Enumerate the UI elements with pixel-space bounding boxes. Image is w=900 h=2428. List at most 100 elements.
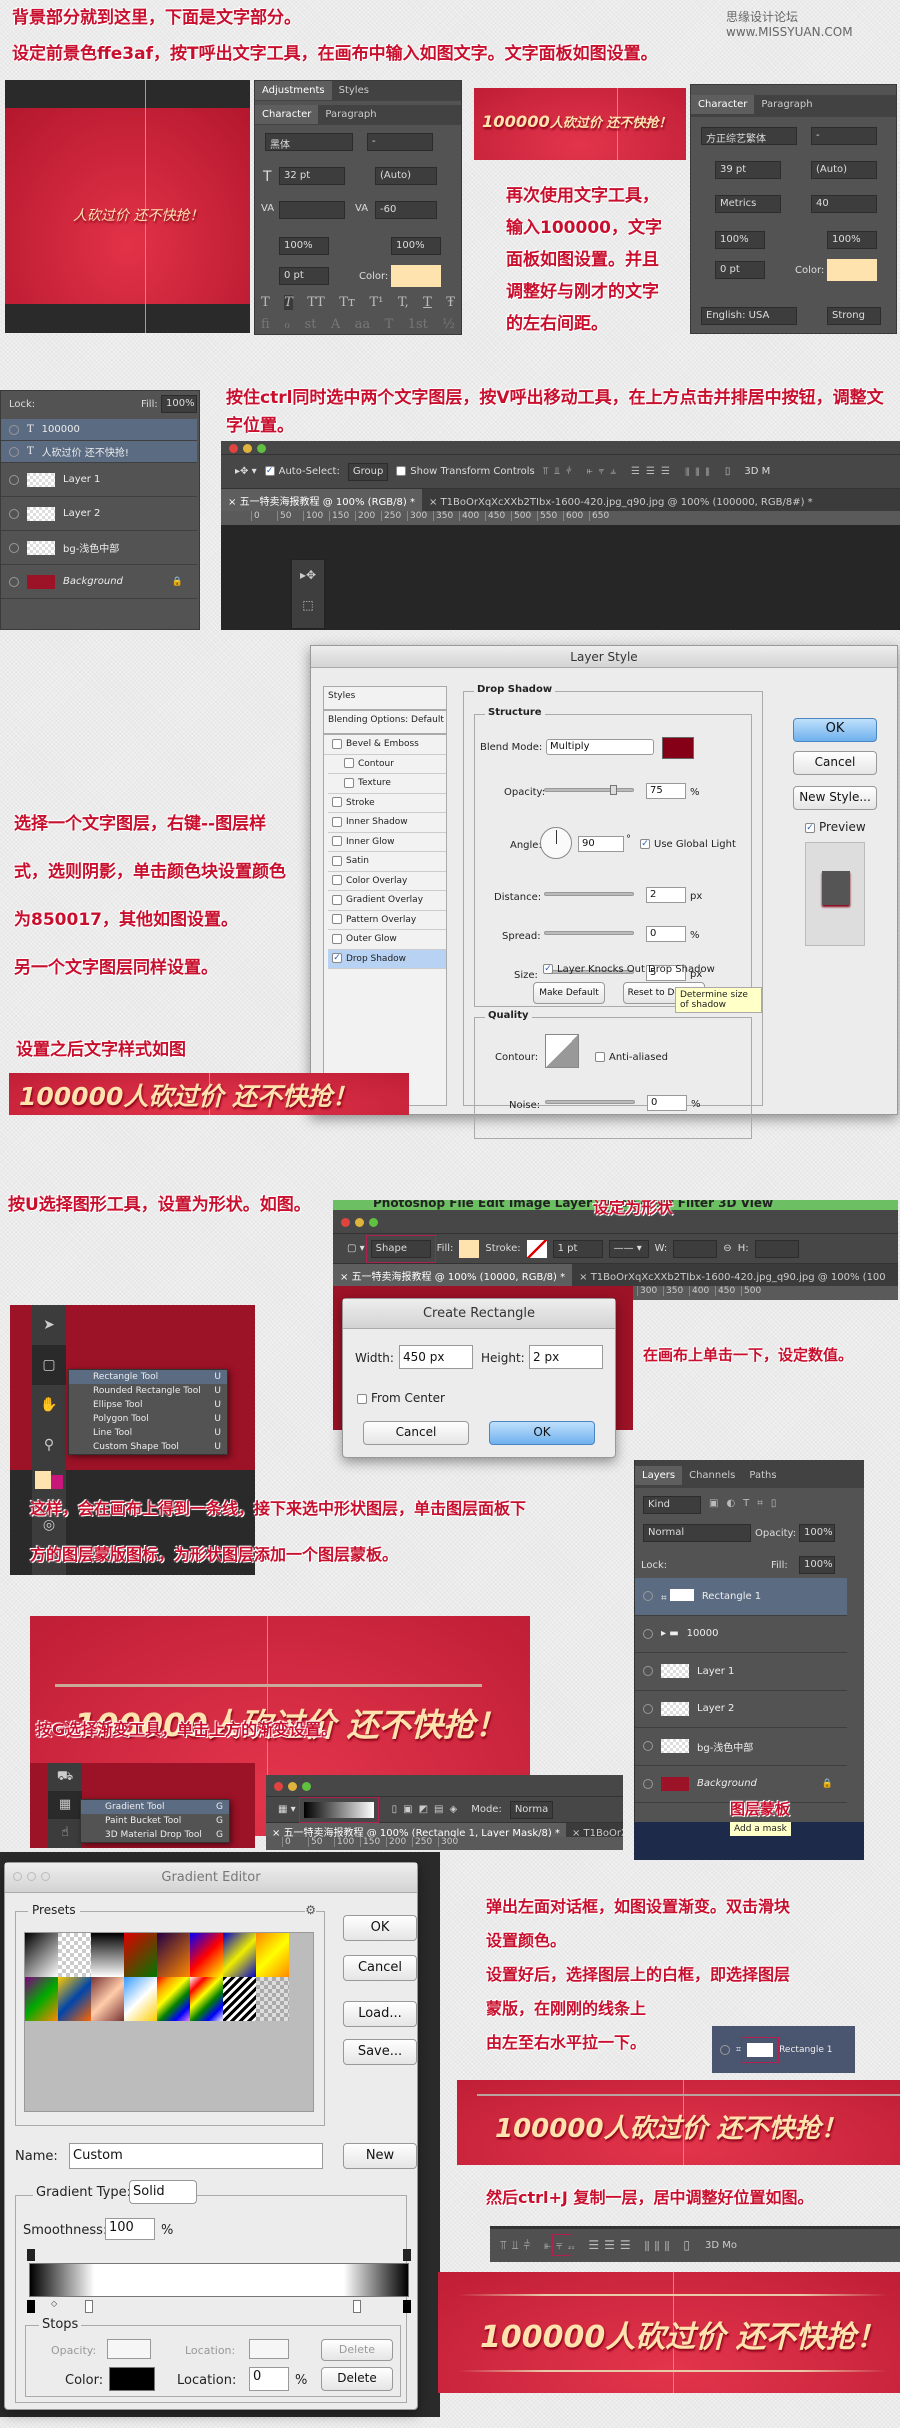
preset-swatch[interactable] xyxy=(223,1933,256,1977)
superscript-button[interactable]: T¹ xyxy=(370,295,384,310)
knockout-checkbox[interactable]: ✓ Layer Knocks Out Drop Shadow xyxy=(543,964,715,975)
smudge-tool-icon[interactable]: ☝ xyxy=(48,1819,82,1847)
ok-button[interactable]: OK xyxy=(793,718,877,742)
styles-header[interactable]: Styles xyxy=(324,687,446,711)
width-field[interactable] xyxy=(673,1239,718,1258)
ornament-button[interactable]: T xyxy=(385,317,394,332)
zoom-tool-icon[interactable]: ⚲ xyxy=(32,1425,66,1465)
vertical-scale-field[interactable]: 100% xyxy=(279,237,329,255)
kerning-select[interactable] xyxy=(279,201,345,219)
style-option[interactable]: Gradient Overlay xyxy=(328,891,446,911)
style-option[interactable]: Texture xyxy=(328,774,446,794)
zoom-dot[interactable] xyxy=(257,444,266,453)
shape-tool-item[interactable]: Polygon Tool U xyxy=(69,1412,227,1426)
blend-mode-select[interactable]: Normal xyxy=(643,1524,751,1542)
move-tool-icon[interactable]: ▸✥ xyxy=(292,560,324,590)
preset-swatch[interactable] xyxy=(190,1977,223,2021)
style-checkbox[interactable] xyxy=(332,797,342,807)
doc-tab-1[interactable]: × 五一特卖海报教程 @ 100% (Rectangle 1, Layer Ma… xyxy=(266,1823,566,1837)
align-buttons[interactable]: ⫪⫫⫩ ⫦⫧⫨ ☰☰☰ ⫴⫴⫴ ▯ xyxy=(543,466,737,477)
tab-adjustments[interactable]: Adjustments xyxy=(255,81,332,100)
faux-italic-button[interactable]: T xyxy=(284,295,293,310)
style-option[interactable]: Satin xyxy=(328,852,446,872)
style-checkbox[interactable] xyxy=(332,738,342,749)
stylistic-button[interactable]: A xyxy=(331,317,340,332)
height-input[interactable]: 2 px xyxy=(529,1345,603,1369)
preset-swatch[interactable] xyxy=(91,1933,124,1977)
layer-row[interactable]: bg-浅色中部 xyxy=(635,1728,847,1766)
cancel-button[interactable]: Cancel xyxy=(363,1421,469,1445)
faux-bold-button[interactable]: T xyxy=(261,295,270,310)
minimize-dot[interactable] xyxy=(27,1872,36,1881)
mask-thumbnail[interactable] xyxy=(741,2036,780,2063)
delete-opacity-stop-button[interactable]: Delete xyxy=(321,2339,393,2361)
style-option[interactable]: Inner Glow xyxy=(328,833,446,852)
opacity-slider[interactable] xyxy=(544,785,634,795)
style-checkbox[interactable] xyxy=(332,914,342,924)
small-caps-button[interactable]: Tт xyxy=(339,295,355,310)
text-color-swatch[interactable] xyxy=(827,259,877,281)
style-checkbox[interactable] xyxy=(332,836,342,846)
layer-row[interactable]: Background 🔒 xyxy=(1,565,197,599)
doc-tab-2[interactable]: × T1BoOrXqXcXXb2TIbx-1600-420.jpg_q90.jp… xyxy=(422,493,820,511)
make-default-button[interactable]: Make Default xyxy=(533,982,605,1004)
move-tool-icon[interactable]: ➤ xyxy=(32,1305,66,1345)
stroke-type-select[interactable]: —— ▾ xyxy=(608,1239,649,1258)
group-select[interactable]: Group xyxy=(347,462,389,481)
fill-swatch[interactable] xyxy=(459,1239,480,1258)
preset-swatch[interactable] xyxy=(91,1977,124,2021)
all-caps-button[interactable]: TT xyxy=(307,295,325,310)
visibility-icon[interactable] xyxy=(9,446,19,457)
zoom-dot[interactable] xyxy=(302,1782,311,1791)
gradient-type-select[interactable]: Solid xyxy=(129,2180,197,2204)
rectangle-tool-icon[interactable]: ▢ ▾ xyxy=(347,1243,365,1254)
visibility-icon[interactable] xyxy=(643,1666,653,1677)
preset-swatch[interactable] xyxy=(157,1977,190,2021)
link-icon[interactable]: ⊖ xyxy=(723,1243,731,1254)
style-checkbox[interactable] xyxy=(332,933,342,944)
preset-swatch[interactable] xyxy=(124,1977,157,2021)
font-style-select[interactable]: - xyxy=(811,127,877,145)
marquee-tool-icon[interactable]: ⬚ xyxy=(292,590,324,620)
style-option[interactable]: Bevel & Emboss xyxy=(328,735,446,755)
preset-swatch[interactable] xyxy=(58,1933,91,1977)
fill-field[interactable]: 100% xyxy=(161,395,197,413)
noise-field[interactable]: 0 xyxy=(647,1095,687,1111)
tab-channels[interactable]: Channels xyxy=(682,1466,742,1485)
visibility-icon[interactable] xyxy=(643,1628,653,1639)
visibility-icon[interactable] xyxy=(9,424,19,435)
style-checkbox[interactable] xyxy=(332,816,342,827)
discretionary-ligature-button[interactable]: ℴ xyxy=(284,317,290,332)
minimize-dot[interactable] xyxy=(243,444,252,453)
visibility-icon[interactable] xyxy=(643,1778,653,1789)
auto-select-checkbox[interactable]: ✓ Auto-Select: xyxy=(264,466,340,477)
fraction-button[interactable]: ½ xyxy=(442,317,455,332)
load-button[interactable]: Load... xyxy=(343,2001,417,2027)
horizontal-scale-field[interactable]: 100% xyxy=(827,231,877,249)
layer-row[interactable]: T 人砍过价 还不快抢! xyxy=(1,441,197,463)
style-option[interactable]: Stroke xyxy=(328,794,446,813)
angle-dial[interactable] xyxy=(540,827,572,859)
global-light-checkbox[interactable]: ✓ Use Global Light xyxy=(640,839,736,850)
filter-icons[interactable]: ▣◐T⌗▯ xyxy=(709,1498,784,1509)
gradient-tool-item[interactable]: 3D Material Drop Tool G xyxy=(81,1828,229,1842)
visibility-icon[interactable] xyxy=(9,474,19,485)
anti-aliased-checkbox[interactable]: Anti-aliased xyxy=(595,1052,668,1063)
preset-swatch[interactable] xyxy=(124,1933,157,1977)
language-select[interactable]: English: USA xyxy=(701,307,797,325)
baseline-shift-field[interactable]: 0 pt xyxy=(715,261,765,279)
style-option[interactable]: ✓ Drop Shadow xyxy=(328,949,446,969)
preview-checkbox[interactable]: ✓ Preview xyxy=(805,820,866,834)
shape-tool-item[interactable]: Ellipse Tool U xyxy=(69,1398,227,1412)
visibility-icon[interactable] xyxy=(643,1591,653,1602)
mode-select[interactable]: Norma xyxy=(509,1800,554,1819)
tab-layers[interactable]: Layers xyxy=(635,1466,683,1485)
doc-tab-2[interactable]: × T1BoOrX xyxy=(566,1827,623,1837)
stop-location-field[interactable]: 0 xyxy=(249,2367,289,2391)
name-input[interactable]: Custom xyxy=(69,2143,323,2169)
text-color-swatch[interactable] xyxy=(391,265,441,287)
style-option[interactable]: Inner Shadow xyxy=(328,813,446,833)
style-option[interactable]: Color Overlay xyxy=(328,872,446,891)
slider-thumb[interactable] xyxy=(610,785,617,795)
style-checkbox[interactable] xyxy=(332,894,342,905)
